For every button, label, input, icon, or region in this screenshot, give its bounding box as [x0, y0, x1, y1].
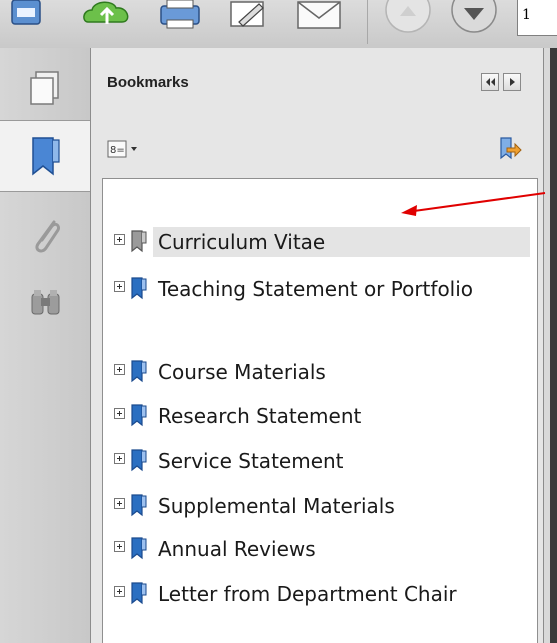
- bookmark-label: Curriculum Vitae: [158, 230, 326, 254]
- bookmark-item[interactable]: Letter from Department Chair: [103, 579, 533, 643]
- bookmark-label-container: Course Materials: [153, 357, 530, 387]
- bookmark-label-container: Letter from Department Chair: [153, 579, 530, 609]
- previous-page-icon[interactable]: [380, 0, 436, 40]
- bookmark-label: Annual Reviews: [158, 537, 316, 561]
- bookmark-item[interactable]: Research Statement: [103, 401, 533, 435]
- expand-pane-button[interactable]: [503, 73, 521, 91]
- bookmark-label-container: Teaching Statement or Portfolio: [153, 274, 530, 304]
- bookmark-item[interactable]: Teaching Statement or Portfolio: [103, 274, 533, 338]
- upload-icon[interactable]: [80, 0, 134, 36]
- attachment-icon: [35, 220, 60, 253]
- bookmark-label-container: Service Statement: [153, 446, 530, 476]
- attachments-button[interactable]: [18, 208, 74, 264]
- bookmark-item[interactable]: Annual Reviews: [103, 534, 533, 568]
- expand-plus-icon[interactable]: [114, 498, 125, 509]
- bookmark-label: Supplemental Materials: [158, 494, 395, 518]
- pdf-reader-window: 1 Bookmarks 8= Curriculum Vitae Teaching…: [0, 0, 557, 643]
- expand-plus-icon[interactable]: [114, 281, 125, 292]
- expand-plus-icon[interactable]: [114, 453, 125, 464]
- bookmark-icon: [131, 277, 147, 300]
- toolbar-separator: [367, 0, 368, 44]
- bookmark-label: Letter from Department Chair: [158, 582, 457, 606]
- expand-plus-icon[interactable]: [114, 541, 125, 552]
- expand-plus-icon[interactable]: [114, 234, 125, 245]
- bookmark-label: Teaching Statement or Portfolio: [158, 277, 474, 301]
- navigation-pane-strip: [0, 48, 91, 643]
- binoculars-icon: [31, 290, 60, 315]
- bookmark-icon: [131, 582, 147, 605]
- panel-title: Bookmarks: [107, 74, 189, 91]
- bookmark-label: Service Statement: [158, 449, 344, 473]
- email-icon[interactable]: [292, 0, 348, 36]
- print-icon[interactable]: [155, 0, 205, 36]
- expand-bookmark-button[interactable]: [497, 136, 523, 166]
- expand-plus-icon[interactable]: [114, 364, 125, 375]
- bookmark-icon: [131, 494, 147, 517]
- bookmarks-button[interactable]: [0, 120, 90, 192]
- expand-plus-icon[interactable]: [114, 586, 125, 597]
- chevron-right-icon: [510, 78, 515, 86]
- double-chevron-left-icon: [486, 78, 495, 86]
- pages-icon: [30, 71, 59, 105]
- bookmark-item[interactable]: Service Statement: [103, 446, 533, 480]
- bookmark-goto-icon: [500, 137, 522, 160]
- bookmarks-panel-header: Bookmarks: [91, 48, 543, 128]
- collapse-pane-button[interactable]: [481, 73, 499, 91]
- search-button[interactable]: [18, 276, 74, 332]
- svg-text:8=: 8=: [110, 145, 125, 156]
- options-menu-button[interactable]: 8=: [107, 140, 138, 158]
- bookmark-item[interactable]: Supplemental Materials: [103, 491, 533, 525]
- edit-icon[interactable]: [225, 0, 273, 36]
- bookmark-icon: [32, 137, 60, 176]
- bookmark-icon: [131, 537, 147, 560]
- bookmark-item[interactable]: Curriculum Vitae: [103, 227, 533, 261]
- bookmarks-panel: Bookmarks 8= Curriculum Vitae Teaching S…: [91, 48, 543, 643]
- next-page-icon[interactable]: [446, 0, 502, 40]
- bookmark-icon: [131, 360, 147, 383]
- bookmark-label-container: Research Statement: [153, 401, 530, 431]
- bookmark-label-container: Annual Reviews: [153, 534, 530, 564]
- bookmark-label: Research Statement: [158, 404, 362, 428]
- bookmark-label-container: Supplemental Materials: [153, 491, 530, 521]
- page-number-input[interactable]: 1: [517, 0, 557, 36]
- options-list-icon: 8=: [107, 140, 127, 158]
- expand-plus-icon[interactable]: [114, 408, 125, 419]
- bookmark-label-container: Curriculum Vitae: [153, 227, 530, 257]
- toolbar: 1: [0, 0, 557, 49]
- pages-button[interactable]: [18, 60, 74, 116]
- bookmark-icon: [131, 404, 147, 427]
- bookmark-tree: Curriculum Vitae Teaching Statement or Po…: [102, 178, 538, 643]
- save-icon[interactable]: [6, 0, 46, 36]
- document-pane-dark-strip: [550, 48, 557, 643]
- bookmark-icon: [131, 449, 147, 472]
- bookmark-icon: [131, 230, 147, 253]
- document-pane-edge: [543, 48, 557, 643]
- chevron-down-icon: [131, 147, 137, 151]
- bookmark-item[interactable]: Course Materials: [103, 357, 533, 391]
- bookmark-label: Course Materials: [158, 360, 326, 384]
